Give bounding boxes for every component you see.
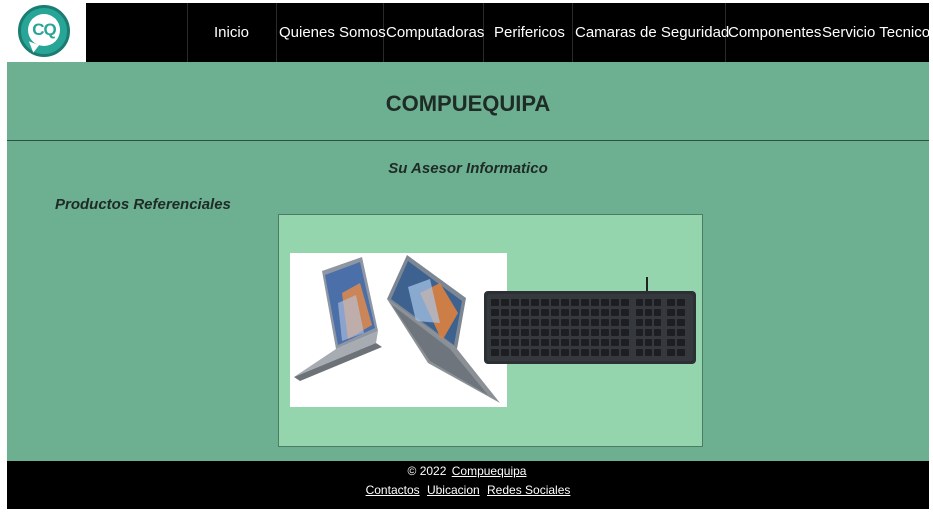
nav-item-computadoras[interactable]: Computadoras [386,3,484,62]
footer-link-redes-sociales[interactable]: Redes Sociales [487,483,570,497]
section-title: Productos Referenciales [55,196,231,213]
nav-item-servicio-tecnico[interactable]: Servicio Tecnico [822,3,930,62]
top-nav: CQ Inicio Quienes Somos Computadoras Per… [7,3,930,62]
nav-item-inicio[interactable]: Inicio [214,3,249,62]
site-title: COMPUEQUIPA [385,91,551,116]
logo[interactable]: CQ [7,3,86,62]
footer-link-ubicacion[interactable]: Ubicacion [427,483,480,497]
nav-item-componentes[interactable]: Componentes [728,3,821,62]
page-frame: CQ Inicio Quienes Somos Computadoras Per… [7,3,930,509]
keyboard-image [484,277,697,365]
footer-link-contactos[interactable]: Contactos [366,483,420,497]
product-panel [278,214,703,447]
copyright-text: © 2022 [407,464,447,478]
nav-item-camaras-de-seguridad[interactable]: Camaras de Seguridad [575,3,729,62]
logo-icon: CQ [18,5,70,57]
divider [7,140,929,141]
logo-text: CQ [28,14,60,46]
laptop-image [290,253,507,407]
nav-item-quienes-somos[interactable]: Quienes Somos [279,3,386,62]
brand-link[interactable]: Compuequipa [452,464,527,478]
tagline: Su Asesor Informatico [388,160,548,177]
footer: © 2022 Compuequipa Contactos Ubicacion R… [7,461,929,509]
nav-item-perifericos[interactable]: Perifericos [494,3,565,62]
